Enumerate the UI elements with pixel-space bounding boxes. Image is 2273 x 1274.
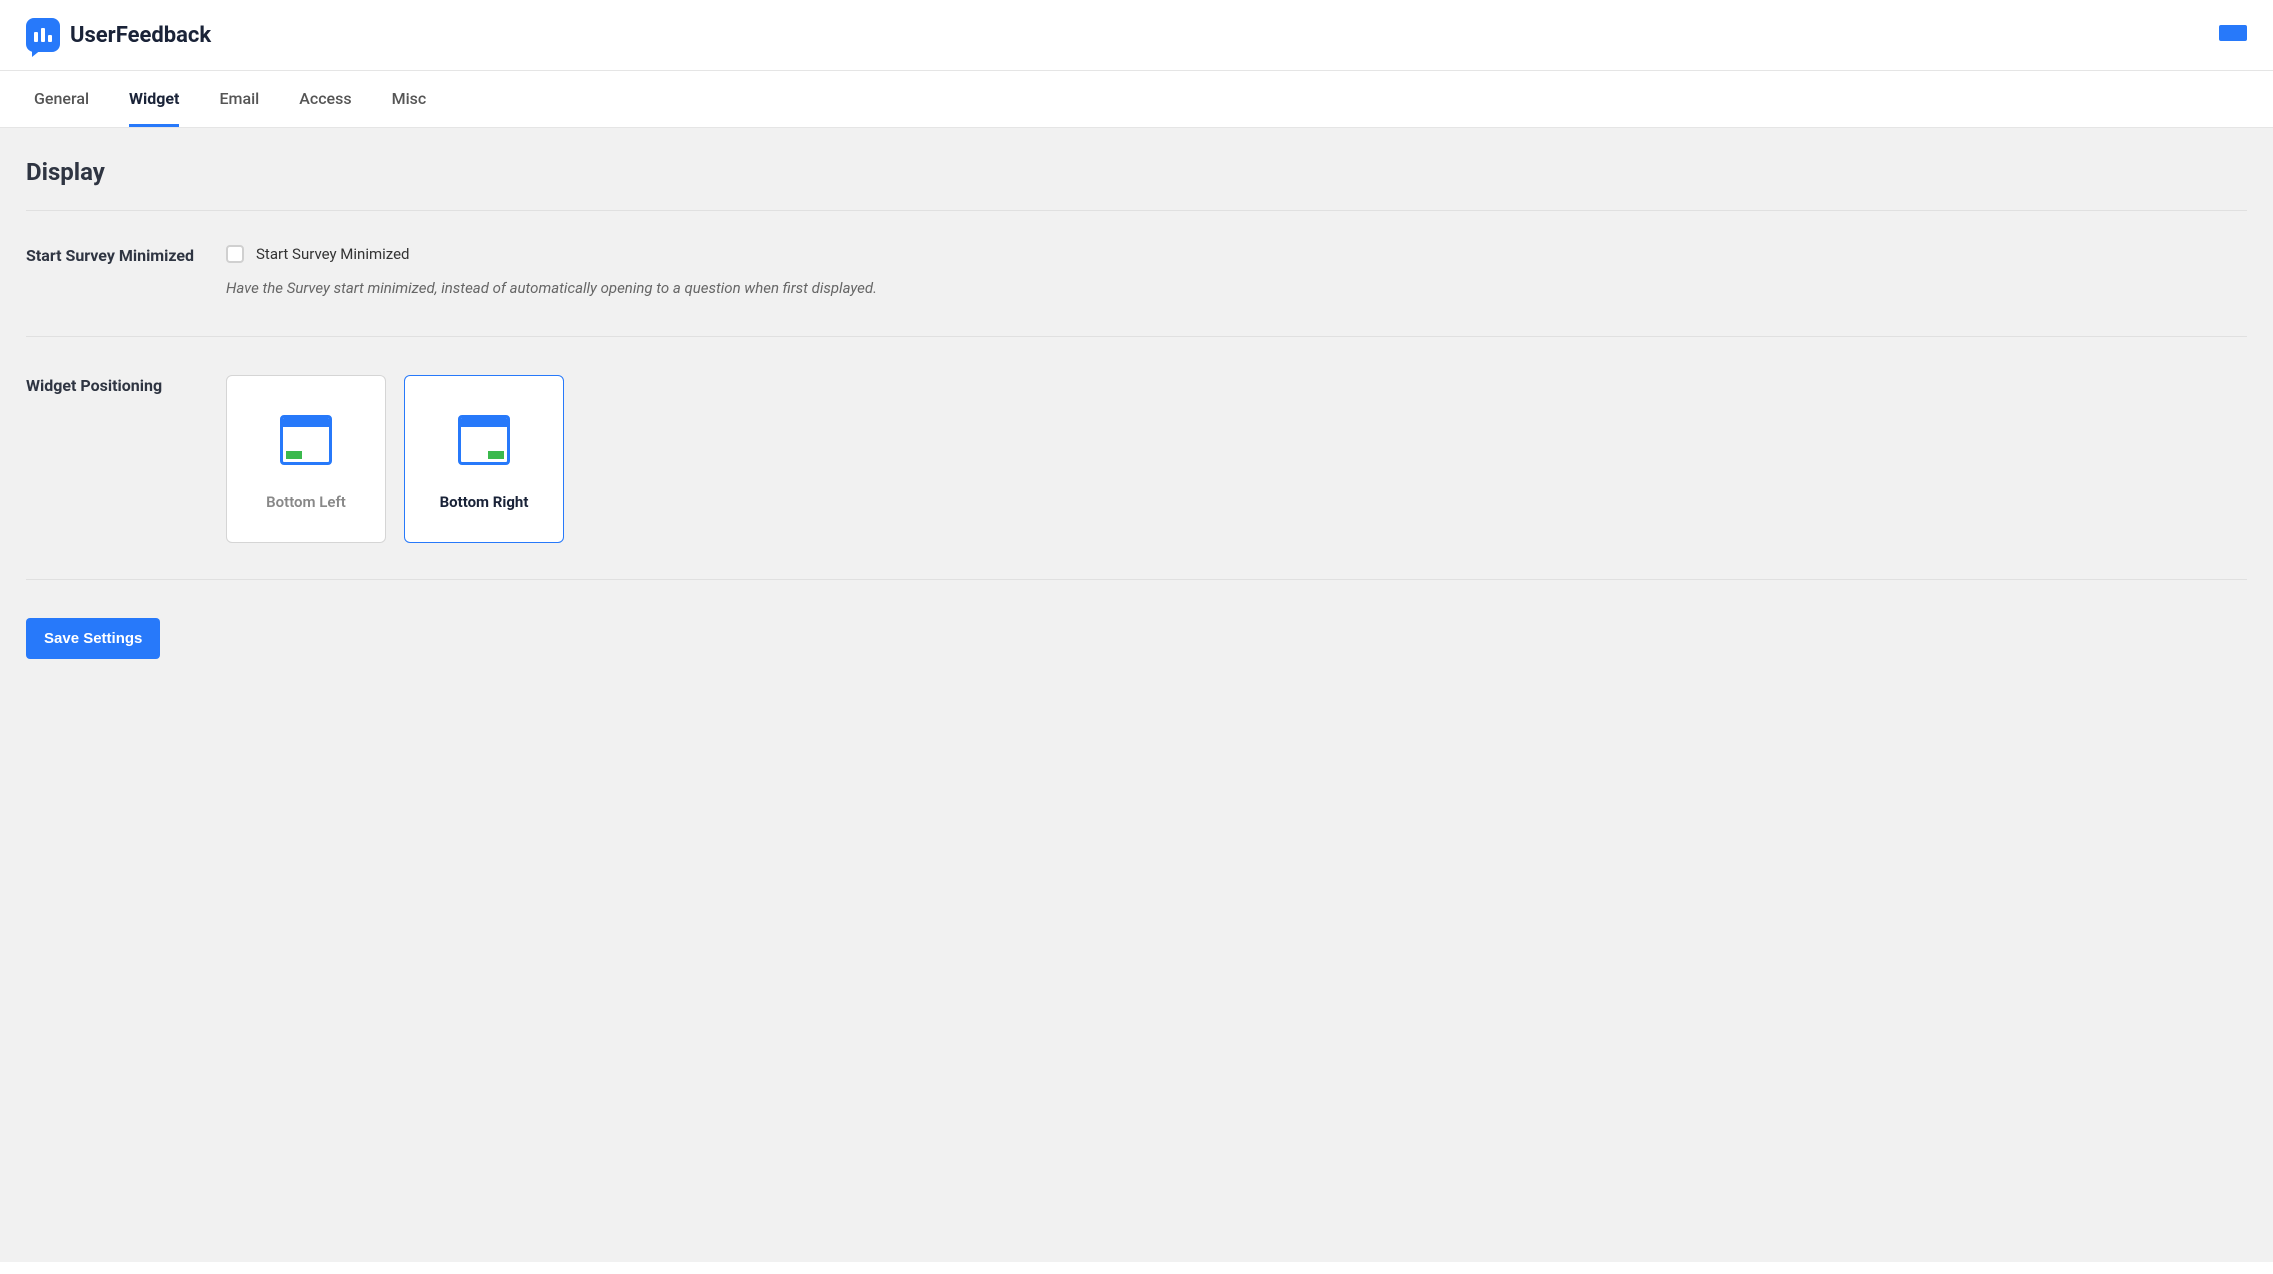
checkbox-label-start-minimized: Start Survey Minimized [256,245,410,263]
window-icon-bottom-left [280,415,332,465]
setting-label-positioning: Widget Positioning [26,375,226,543]
setting-widget-positioning: Widget Positioning Bottom Left Bottom Ri… [26,375,2247,580]
tab-widget[interactable]: Widget [129,71,179,127]
setting-start-minimized: Start Survey Minimized Start Survey Mini… [26,245,2247,337]
tab-general[interactable]: General [34,71,89,127]
tab-misc[interactable]: Misc [392,71,427,127]
position-label-bottom-right: Bottom Right [440,493,529,511]
position-label-bottom-left: Bottom Left [266,493,346,511]
tab-email[interactable]: Email [219,71,259,127]
tab-access[interactable]: Access [299,71,351,127]
section-title: Display [26,158,2247,186]
position-cards: Bottom Left Bottom Right [226,375,886,543]
setting-label-start-minimized: Start Survey Minimized [26,245,226,300]
app-header: UserFeedback [0,0,2273,71]
brand-logo-icon [26,18,60,52]
position-option-bottom-left[interactable]: Bottom Left [226,375,386,543]
brand-name: UserFeedback [70,23,211,48]
inbox-icon[interactable] [2219,23,2247,47]
settings-content: Display Start Survey Minimized Start Sur… [0,128,2273,1262]
settings-tabs: General Widget Email Access Misc [0,71,2273,128]
window-icon-bottom-right [458,415,510,465]
checkbox-start-minimized[interactable] [226,245,244,263]
position-option-bottom-right[interactable]: Bottom Right [404,375,564,543]
help-text-start-minimized: Have the Survey start minimized, instead… [226,277,886,300]
brand-logo: UserFeedback [26,18,211,52]
save-settings-button[interactable]: Save Settings [26,618,160,659]
checkbox-row-start-minimized: Start Survey Minimized [226,245,886,263]
divider [26,210,2247,211]
